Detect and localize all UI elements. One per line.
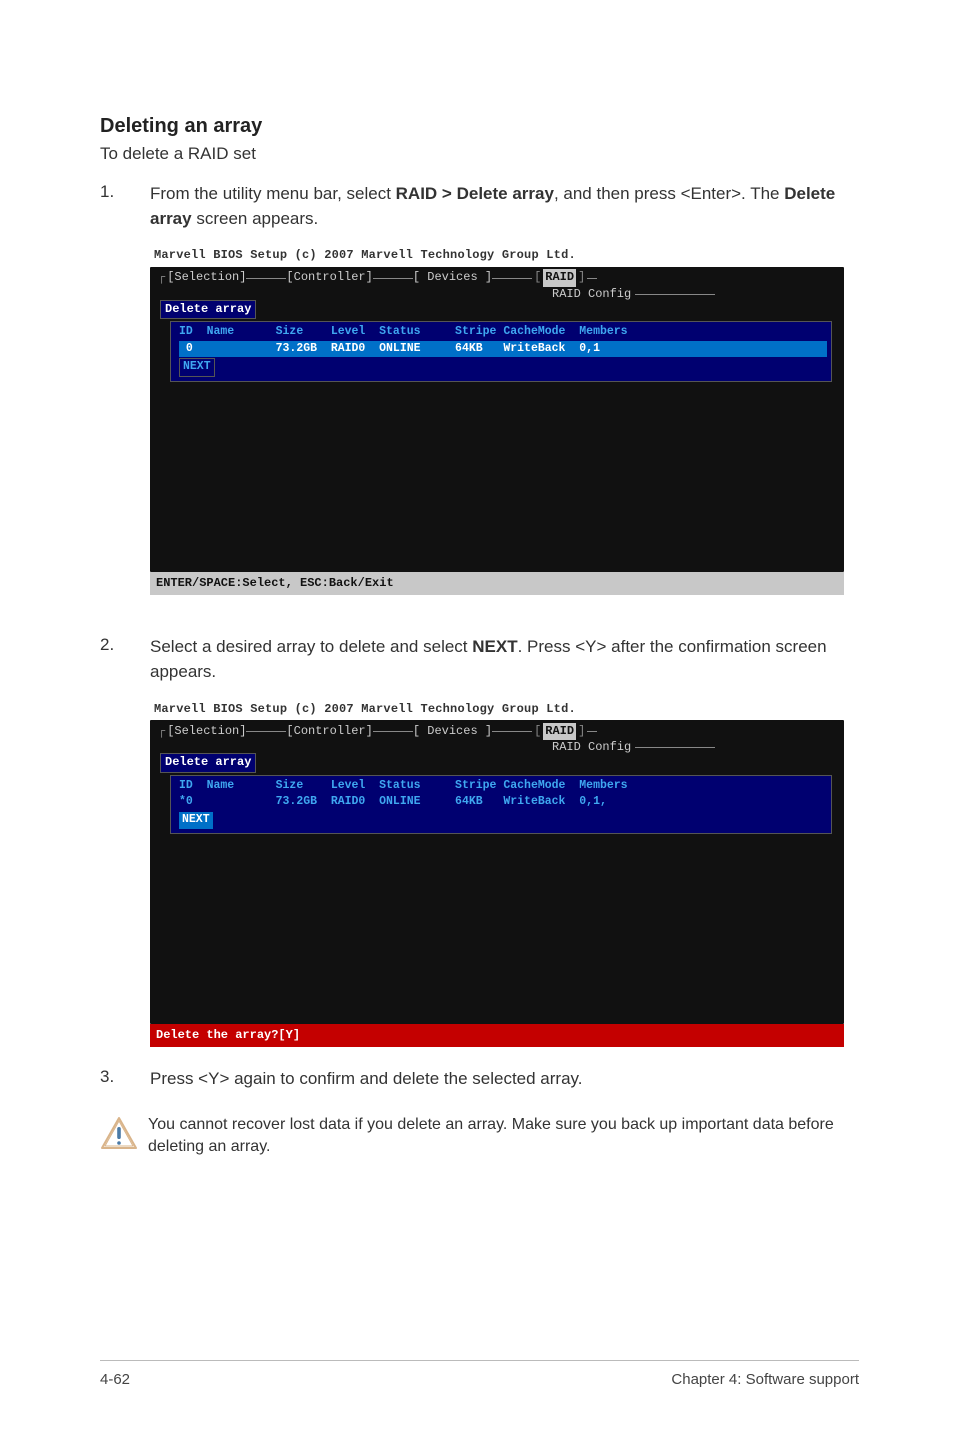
- step-3: 3. Press <Y> again to confirm and delete…: [100, 1067, 859, 1092]
- tab-devices-2: [ Devices ]: [413, 723, 492, 740]
- list-header-1: ID Name Size Level Status Stripe CacheMo…: [179, 324, 827, 341]
- step-2-body: Select a desired array to delete and sel…: [150, 635, 859, 1046]
- chapter-label: Chapter 4: Software support: [671, 1371, 859, 1388]
- step-3-number: 3.: [100, 1067, 150, 1092]
- bios-tabs-1: ┌[Selection][Controller][ Devices ][ RAI…: [156, 271, 838, 286]
- tab-raid-active-2: RAID: [543, 723, 576, 740]
- next-button-1: NEXT: [179, 358, 215, 377]
- caution-text: You cannot recover lost data if you dele…: [148, 1114, 859, 1159]
- tab-selection-2: [Selection]: [167, 723, 246, 740]
- delete-array-label-2: Delete array: [160, 753, 256, 772]
- step-3-body: Press <Y> again to confirm and delete th…: [150, 1067, 859, 1092]
- delete-array-label-1: Delete array: [160, 300, 256, 319]
- step-1-bold-a: RAID > Delete array: [396, 184, 554, 203]
- section-heading: Deleting an array: [100, 115, 859, 138]
- step-2-number: 2.: [100, 635, 150, 1046]
- step-1: 1. From the utility menu bar, select RAI…: [100, 182, 859, 595]
- bios-list-panel-2: ID Name Size Level Status Stripe CacheMo…: [170, 775, 832, 834]
- page-footer: 4-62 Chapter 4: Software support: [100, 1360, 859, 1388]
- bios-title-1: Marvell BIOS Setup (c) 2007 Marvell Tech…: [150, 245, 844, 266]
- step-2-text-a: Select a desired array to delete and sel…: [150, 637, 472, 656]
- tab-controller: [Controller]: [286, 269, 372, 286]
- status-bar-1: ENTER/SPACE:Select, ESC:Back/Exit: [150, 572, 844, 595]
- bios-list-panel-1: ID Name Size Level Status Stripe CacheMo…: [170, 321, 832, 382]
- page-number: 4-62: [100, 1371, 130, 1388]
- step-1-body: From the utility menu bar, select RAID >…: [150, 182, 859, 595]
- bios-screenshot-2: Marvell BIOS Setup (c) 2007 Marvell Tech…: [150, 699, 844, 1047]
- tab-selection: [Selection]: [167, 269, 246, 286]
- step-2: 2. Select a desired array to delete and …: [100, 635, 859, 1046]
- status-bar-2-confirm: Delete the array?[Y]: [150, 1024, 844, 1047]
- bios-screenshot-1: Marvell BIOS Setup (c) 2007 Marvell Tech…: [150, 245, 844, 595]
- tab-raid-active: RAID: [543, 269, 576, 286]
- list-row-0-selected: 0 73.2GB RAID0 ONLINE 64KB WriteBack 0,1: [179, 341, 827, 358]
- step-3-text: Press <Y> again to confirm and delete th…: [150, 1069, 583, 1088]
- step-1-text-a: From the utility menu bar, select: [150, 184, 396, 203]
- bios-tabs-2: ┌[Selection][Controller][ Devices ][ RAI…: [156, 724, 838, 739]
- caution-icon: [100, 1114, 148, 1155]
- tab-controller-2: [Controller]: [286, 723, 372, 740]
- raid-config-label-1: RAID Config: [552, 286, 631, 300]
- next-button-2-selected: NEXT: [179, 812, 213, 829]
- tab-devices: [ Devices ]: [413, 269, 492, 286]
- bios-title-2: Marvell BIOS Setup (c) 2007 Marvell Tech…: [150, 699, 844, 720]
- raid-config-label-2: RAID Config: [552, 739, 631, 753]
- list-row-0: *0 73.2GB RAID0 ONLINE 64KB WriteBack 0,…: [179, 794, 827, 811]
- step-1-text-b: , and then press <Enter>. The: [554, 184, 784, 203]
- intro-text: To delete a RAID set: [100, 144, 859, 164]
- list-header-2: ID Name Size Level Status Stripe CacheMo…: [179, 778, 827, 795]
- step-2-bold-a: NEXT: [472, 637, 517, 656]
- step-1-number: 1.: [100, 182, 150, 595]
- step-1-text-c: screen appears.: [192, 209, 319, 228]
- caution-note: You cannot recover lost data if you dele…: [100, 1114, 859, 1159]
